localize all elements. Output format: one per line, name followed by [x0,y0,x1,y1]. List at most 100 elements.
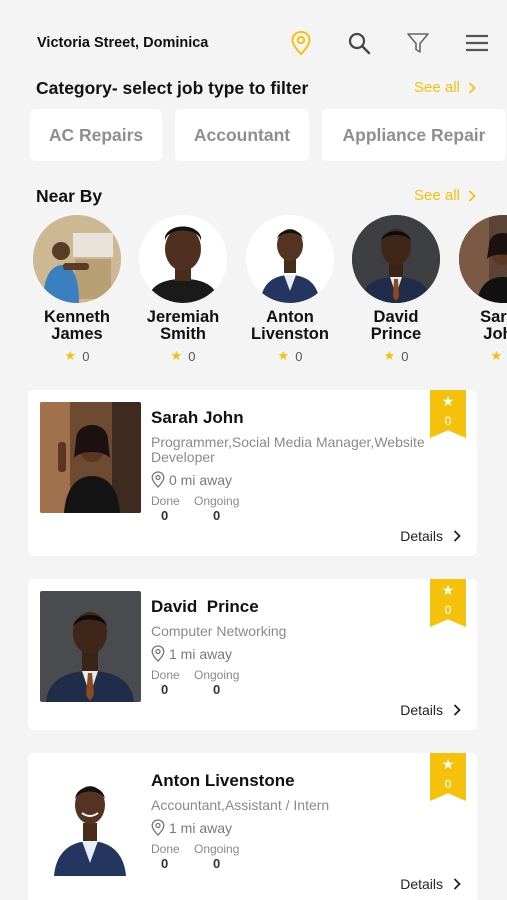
ongoing-count: 0 [213,508,221,523]
distance-text: 1 mi away [169,645,233,662]
star-icon: ★ [277,348,290,363]
worker-card[interactable]: David Prince Computer Networking 1 mi aw… [28,579,477,730]
worker-distance: 1 mi away [151,645,232,662]
person-first-name: Anton [266,308,314,326]
see-all-label: See all [414,79,460,96]
chevron-right-icon [468,189,476,202]
worker-role: Programmer,Social Media Manager,Website … [151,434,425,465]
location-pin-icon [151,819,165,836]
worker-name: Sarah John [151,408,244,427]
person-first-name: Sarah [480,308,507,326]
star-icon: ★ [64,348,77,363]
distance-text: 0 mi away [169,471,233,488]
details-link[interactable]: Details [400,702,461,718]
rating-value: 0 [188,348,196,364]
nearby-see-all-link[interactable]: See all [414,187,476,204]
rating-ribbon: ★ 0 [430,579,466,627]
search-icon[interactable] [346,30,372,56]
category-chip[interactable]: Accountant [175,109,309,161]
avatar [246,215,334,303]
chevron-right-icon [468,81,476,94]
rating-value: 0 [82,348,90,364]
person-rating: ★0 [346,348,446,364]
star-icon: ★ [170,348,183,363]
rating-value: 0 [401,348,409,364]
avatar [352,215,440,303]
worker-name: Anton Livenstone [151,771,295,790]
ribbon-rating: 0 [444,777,452,791]
nearby-person[interactable]: Jeremiah Smith ★ 0 [133,215,233,364]
filter-icon[interactable] [405,30,431,56]
rating-ribbon: ★ 0 [430,753,466,801]
chevron-right-icon [453,704,461,716]
chevron-right-icon [453,878,461,890]
person-last-name: John [483,325,507,343]
avatar [139,215,227,303]
star-icon: ★ [490,348,503,363]
details-label: Details [400,702,443,718]
worker-role: Computer Networking [151,623,287,639]
person-first-name: David [373,308,419,326]
worker-name: David Prince [151,597,259,616]
menu-icon[interactable] [464,30,490,56]
done-count: 0 [161,508,169,523]
category-title: Category- select job type to filter [36,78,309,98]
details-link[interactable]: Details [400,876,461,892]
details-label: Details [400,876,443,892]
location-pin-icon[interactable] [288,30,314,56]
ribbon-rating: 0 [444,414,452,428]
worker-card[interactable]: Sarah John Programmer,Social Media Manag… [28,390,477,556]
nearby-person[interactable]: Anton Livenston ★ 0 [240,215,340,364]
worker-photo [40,591,141,702]
worker-photo [40,402,141,513]
done-label: Done [151,668,180,682]
nearby-person[interactable]: David Prince ★ 0 [346,215,446,364]
rating-ribbon: ★ 0 [430,390,466,438]
star-icon: ★ [441,582,455,598]
chevron-right-icon [453,530,461,542]
ongoing-count: 0 [213,682,221,697]
top-bar: Victoria Street, Dominica [0,0,507,76]
ongoing-label: Ongoing [194,842,240,856]
avatar [459,215,507,303]
star-icon: ★ [383,348,396,363]
category-chip[interactable]: AC Repairs [30,109,162,161]
see-all-label: See all [414,187,460,204]
person-first-name: Jeremiah [146,308,220,326]
ongoing-count: 0 [213,856,221,871]
person-first-name: Kenneth [44,308,110,326]
person-last-name: Livenston [251,325,329,343]
distance-text: 1 mi away [169,819,233,836]
ribbon-rating: 0 [444,603,452,617]
person-rating: ★0 [33,348,127,364]
nearby-person[interactable]: Sarah John ★0 [453,215,507,364]
worker-distance: 0 mi away [151,471,232,488]
current-location[interactable]: Victoria Street, Dominica [37,35,208,51]
star-icon: ★ [441,393,455,409]
person-rating: ★0 [453,348,507,364]
person-last-name: Smith [160,325,206,343]
done-label: Done [151,842,180,856]
details-label: Details [400,528,443,544]
category-chips: AC Repairs Accountant Appliance Repair [30,109,506,161]
person-last-name: Prince [370,325,422,343]
done-count: 0 [161,682,169,697]
nearby-list: Kenneth James ★ 0 Jeremiah Smith ★ 0 Anton… [33,215,507,375]
nearby-title: Near By [36,186,103,206]
avatar [33,215,121,303]
worker-photo [40,765,141,876]
done-count: 0 [161,856,169,871]
category-chip[interactable]: Appliance Repair [322,109,506,161]
nearby-person[interactable]: Kenneth James ★ 0 [33,215,127,364]
details-link[interactable]: Details [400,528,461,544]
ongoing-label: Ongoing [194,668,240,682]
person-rating: ★0 [240,348,340,364]
location-pin-icon [151,645,165,662]
worker-card[interactable]: Anton Livenstone Accountant,Assistant / … [28,753,477,900]
done-label: Done [151,494,180,508]
category-see-all-link[interactable]: See all [414,79,476,96]
worker-distance: 1 mi away [151,819,232,836]
worker-role: Accountant,Assistant / Intern [151,797,330,813]
ongoing-label: Ongoing [194,494,240,508]
rating-value: 0 [295,348,303,364]
